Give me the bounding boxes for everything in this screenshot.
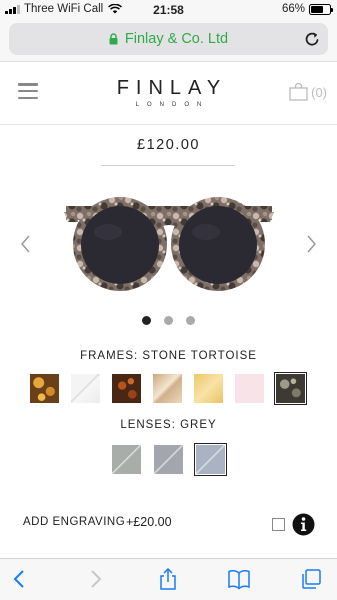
price-container: £120.00	[0, 136, 337, 154]
battery-percent: 66%	[281, 3, 305, 15]
divider	[101, 165, 235, 166]
logo-main: FINLAY	[116, 77, 228, 99]
frame-swatch-blush[interactable]	[235, 374, 264, 403]
lock-icon	[109, 33, 118, 45]
logo-sub: LONDON	[135, 102, 210, 108]
browser-toolbar	[0, 558, 337, 600]
lens-swatch-grey[interactable]	[194, 443, 227, 476]
lens-swatch-green-grey[interactable]	[112, 445, 141, 474]
back-icon[interactable]	[9, 568, 31, 590]
info-icon[interactable]	[292, 513, 315, 536]
carousel-dot[interactable]	[164, 316, 173, 325]
engraving-price: +£20.00	[126, 515, 172, 529]
chevron-left-icon[interactable]	[19, 234, 31, 254]
bookmarks-icon[interactable]	[228, 568, 250, 590]
shopping-bag-icon	[289, 83, 308, 101]
frame-swatch-dark-tortoise[interactable]	[112, 374, 141, 403]
chevron-right-icon[interactable]	[306, 234, 318, 254]
frame-swatches	[30, 372, 307, 405]
status-right: 66%	[281, 3, 333, 15]
url-bar[interactable]: Finlay & Co. Ltd	[9, 23, 328, 55]
share-icon[interactable]	[157, 568, 179, 590]
frame-swatch-tortoise[interactable]	[30, 374, 59, 403]
cart-count: (0)	[311, 84, 327, 100]
url-text: Finlay & Co. Ltd	[124, 31, 229, 47]
logo[interactable]: FINLAY LONDON	[0, 77, 337, 108]
cart-button[interactable]: (0)	[289, 83, 327, 101]
engraving-label: ADD ENGRAVING	[23, 516, 126, 528]
status-bar: Three WiFi Call 21:58 66%	[0, 0, 337, 20]
frames-label: FRAMES: STONE TORTOISE	[80, 350, 257, 362]
forward-icon[interactable]	[84, 568, 106, 590]
browser-address-area: Finlay & Co. Ltd	[0, 20, 337, 62]
lens-swatches	[112, 443, 227, 476]
frame-swatch-stone-tortoise[interactable]	[274, 372, 307, 405]
frame-swatch-clear[interactable]	[71, 374, 100, 403]
product-price: £120.00	[137, 137, 200, 153]
engraving-checkbox[interactable]	[272, 518, 285, 531]
tabs-icon[interactable]	[300, 568, 322, 590]
frame-swatch-champagne[interactable]	[153, 374, 182, 403]
reload-icon[interactable]	[303, 30, 321, 48]
lens-swatch-slate[interactable]	[154, 445, 183, 474]
carousel-dots	[0, 316, 337, 325]
product-image-sunglasses	[64, 197, 274, 291]
carousel-dot[interactable]	[142, 316, 151, 325]
battery-icon	[309, 3, 333, 15]
site-header: FINLAY LONDON (0)	[0, 63, 337, 125]
lenses-label: LENSES: GREY	[120, 419, 217, 431]
carousel-dot[interactable]	[186, 316, 195, 325]
battery-fill	[311, 5, 323, 13]
frame-swatch-honey[interactable]	[194, 374, 223, 403]
